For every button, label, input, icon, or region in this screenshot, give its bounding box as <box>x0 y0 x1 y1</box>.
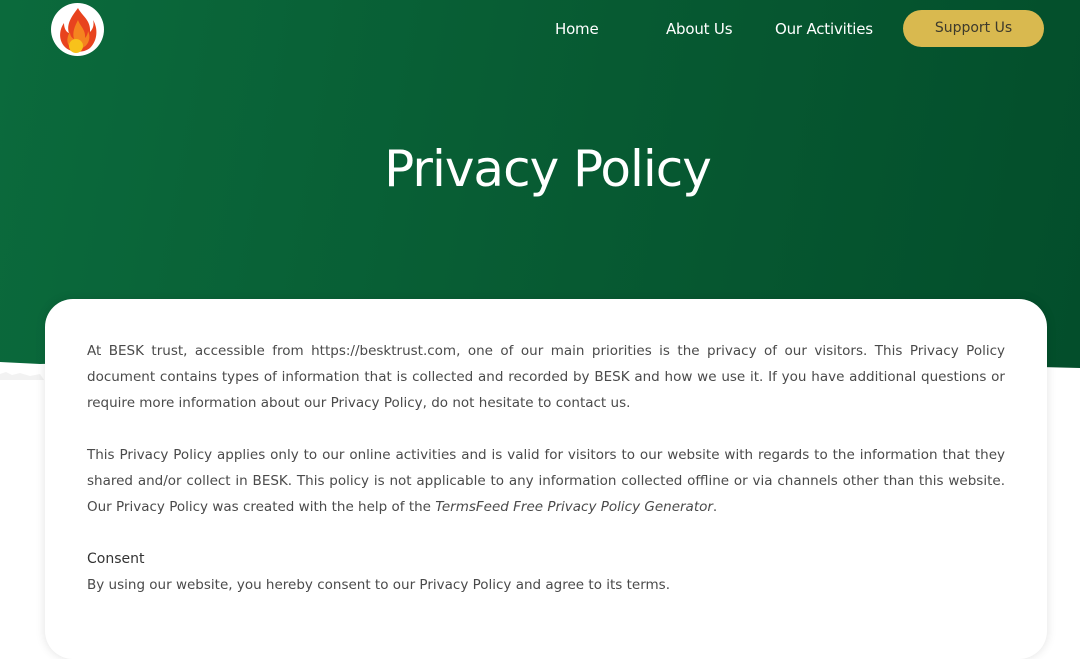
site-logo[interactable] <box>51 3 104 56</box>
nav-about-us[interactable]: About Us <box>666 18 733 40</box>
scope-paragraph: This Privacy Policy applies only to our … <box>87 442 1005 520</box>
scope-period: . <box>712 499 718 515</box>
nav-our-activities[interactable]: Our Activities <box>775 18 873 40</box>
page-title: Privacy Policy <box>384 140 712 198</box>
policy-card: At BESK trust, accessible from https://b… <box>45 299 1047 659</box>
intro-paragraph: At BESK trust, accessible from https://b… <box>87 343 1005 411</box>
policy-content: At BESK trust, accessible from https://b… <box>87 338 1005 598</box>
consent-heading: Consent <box>87 551 145 567</box>
nav-home[interactable]: Home <box>555 18 599 40</box>
termsfeed-link[interactable]: TermsFeed Free Privacy Policy Generator <box>435 499 713 515</box>
consent-text: By using our website, you hereby consent… <box>87 577 671 593</box>
support-us-button[interactable]: Support Us <box>903 10 1044 47</box>
flame-logo-icon <box>59 7 96 53</box>
